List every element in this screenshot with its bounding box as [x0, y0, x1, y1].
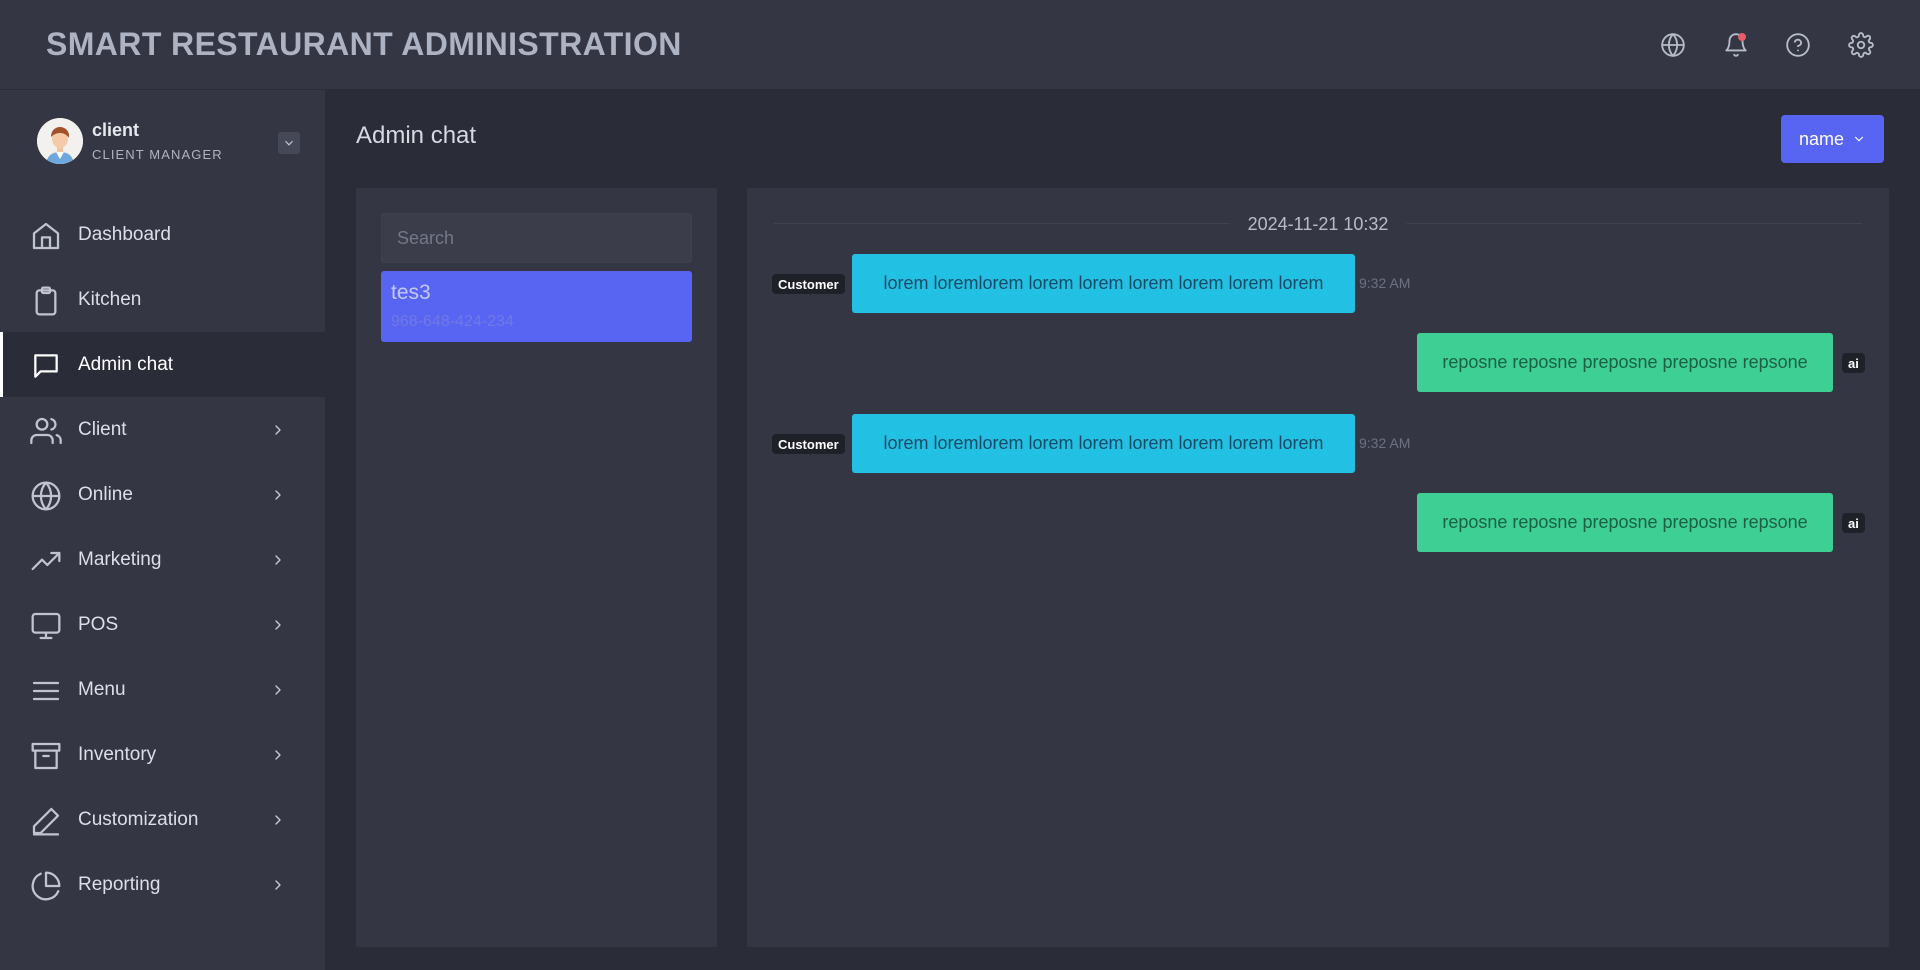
chevron-right-icon: [270, 747, 286, 763]
search-input[interactable]: [381, 213, 692, 263]
sidebar-item-label: Reporting: [78, 873, 161, 895]
trending-up-icon: [30, 545, 62, 577]
sidebar-item-label: Customization: [78, 808, 199, 830]
message-bubble: lorem loremlorem lorem lorem lorem lorem…: [852, 414, 1355, 473]
sidebar-item-customization[interactable]: Customization: [0, 787, 325, 852]
sidebar-item-menu[interactable]: Menu: [0, 657, 325, 722]
sidebar-item-reporting[interactable]: Reporting: [0, 852, 325, 917]
sender-tag: ai: [1842, 353, 1865, 373]
chat-panel: 2024-11-21 10:32 Customer lorem loremlor…: [747, 188, 1889, 947]
sidebar-item-label: Menu: [78, 678, 126, 700]
home-icon: [30, 220, 62, 252]
message-time: 9:32 AM: [1359, 275, 1411, 291]
page-title: Admin chat: [356, 122, 477, 149]
sidebar-item-client[interactable]: Client: [0, 397, 325, 462]
sidebar-item-online[interactable]: Online: [0, 462, 325, 527]
settings-icon[interactable]: [1846, 30, 1876, 60]
chevron-right-icon: [270, 682, 286, 698]
message-time: 9:32 AM: [1359, 435, 1411, 451]
sidebar-item-label: Client: [78, 418, 127, 440]
contact-name: tes3: [391, 281, 431, 304]
chevron-right-icon: [270, 812, 286, 828]
sidebar-item-label: Dashboard: [78, 223, 171, 245]
chevron-down-icon: [285, 140, 293, 146]
sidebar-item-label: POS: [78, 613, 119, 635]
pen-icon: [30, 805, 62, 837]
sidebar-item-label: Admin chat: [78, 353, 174, 375]
sidebar-item-marketing[interactable]: Marketing: [0, 527, 325, 592]
notification-dot: [1738, 33, 1746, 41]
app-title: SMART RESTAURANT ADMINISTRATION: [46, 26, 682, 62]
avatar: [37, 118, 83, 164]
contact-phone: 968-648-424-234: [391, 313, 514, 330]
message-bubble: reposne reposne preposne preposne repson…: [1417, 493, 1833, 552]
chevron-down-icon: [1854, 136, 1864, 142]
sender-tag: ai: [1842, 513, 1865, 533]
chevron-right-icon: [270, 617, 286, 633]
sort-by-name-button[interactable]: name: [1781, 115, 1884, 163]
sort-button-label: name: [1798, 128, 1845, 149]
menu-lines-icon: [30, 675, 62, 707]
sidebar-item-label: Online: [78, 483, 133, 505]
sidebar-item-admin-chat[interactable]: Admin chat: [0, 332, 325, 397]
sidebar: client CLIENT MANAGER Dashboard Kitchen …: [0, 90, 325, 970]
sidebar-item-label: Inventory: [78, 743, 157, 765]
sender-tag: Customer: [772, 274, 845, 294]
sidebar-item-pos[interactable]: POS: [0, 592, 325, 657]
message-bubble: reposne reposne preposne preposne repson…: [1417, 333, 1833, 392]
sender-tag: Customer: [772, 434, 845, 454]
chat-icon: [30, 350, 62, 382]
clipboard-icon: [30, 285, 62, 317]
message-bubble: lorem loremlorem lorem lorem lorem lorem…: [852, 254, 1355, 313]
sidebar-item-dashboard[interactable]: Dashboard: [0, 202, 325, 267]
user-profile: client CLIENT MANAGER: [0, 90, 325, 190]
profile-role: CLIENT MANAGER: [92, 147, 223, 162]
pie-chart-icon: [30, 870, 62, 902]
date-divider: 2024-11-21 10:32: [774, 214, 1862, 235]
bell-icon[interactable]: [1721, 30, 1751, 60]
chevron-right-icon: [270, 552, 286, 568]
sidebar-item-label: Marketing: [78, 548, 162, 570]
globe-icon: [30, 480, 62, 512]
sidebar-item-inventory[interactable]: Inventory: [0, 722, 325, 787]
date-divider-text: 2024-11-21 10:32: [1229, 214, 1407, 235]
top-bar: SMART RESTAURANT ADMINISTRATION: [0, 0, 1920, 90]
help-icon[interactable]: [1783, 30, 1813, 60]
chevron-right-icon: [270, 422, 286, 438]
chevron-right-icon: [270, 877, 286, 893]
profile-dropdown-toggle[interactable]: [278, 132, 300, 154]
users-icon: [30, 415, 62, 447]
globe-icon[interactable]: [1658, 30, 1688, 60]
contacts-panel: tes3 968-648-424-234: [356, 188, 717, 947]
profile-name: client: [92, 120, 140, 140]
monitor-icon: [30, 610, 62, 642]
chevron-right-icon: [270, 487, 286, 503]
contact-item[interactable]: tes3 968-648-424-234: [381, 271, 692, 342]
sidebar-nav: Dashboard Kitchen Admin chat Client Onli…: [0, 202, 325, 917]
archive-icon: [30, 740, 62, 772]
sidebar-item-label: Kitchen: [78, 288, 142, 310]
sidebar-item-kitchen[interactable]: Kitchen: [0, 267, 325, 332]
